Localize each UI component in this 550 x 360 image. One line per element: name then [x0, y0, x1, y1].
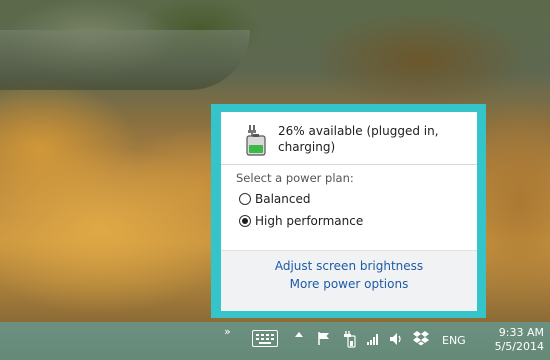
battery-status-text: 26% available (plugged in, charging): [278, 124, 439, 154]
power-plan-balanced[interactable]: Balanced: [239, 191, 310, 207]
more-power-options-link[interactable]: More power options: [221, 277, 477, 291]
battery-flyout: 26% available (plugged in, charging) Sel…: [221, 112, 477, 311]
balanced-radio[interactable]: [239, 193, 251, 205]
power-plan-heading: Select a power plan:: [236, 171, 354, 185]
battery-charging-icon: [246, 125, 266, 156]
power-plan-high-performance[interactable]: High performance: [239, 213, 363, 229]
taskbar: » ENG 9:33 AM 5/5/2014: [0, 322, 550, 360]
high-performance-label: High performance: [255, 214, 364, 228]
flyout-links-panel: Adjust screen brightness More power opti…: [221, 250, 477, 311]
clock-time: 9:33 AM: [498, 326, 544, 339]
taskbar-clock[interactable]: 9:33 AM 5/5/2014: [476, 326, 544, 354]
clock-date: 5/5/2014: [494, 340, 544, 353]
input-language-indicator[interactable]: ENG: [442, 334, 466, 347]
network-signal-icon[interactable]: [366, 332, 380, 346]
balanced-label: Balanced: [255, 192, 311, 206]
volume-icon[interactable]: [389, 332, 403, 346]
wallpaper-river: [0, 30, 250, 90]
power-icon[interactable]: [342, 330, 356, 348]
battery-status-row: 26% available (plugged in, charging): [221, 112, 477, 164]
action-center-flag-icon[interactable]: [317, 331, 331, 346]
touch-keyboard-icon[interactable]: [252, 330, 278, 347]
adjust-brightness-link[interactable]: Adjust screen brightness: [221, 259, 477, 273]
chevron-up-icon[interactable]: [295, 332, 303, 337]
high-performance-radio[interactable]: [239, 215, 251, 227]
dropbox-icon[interactable]: [413, 330, 429, 346]
flyout-divider: [221, 164, 477, 165]
show-hidden-toolbar-button[interactable]: »: [224, 325, 231, 338]
